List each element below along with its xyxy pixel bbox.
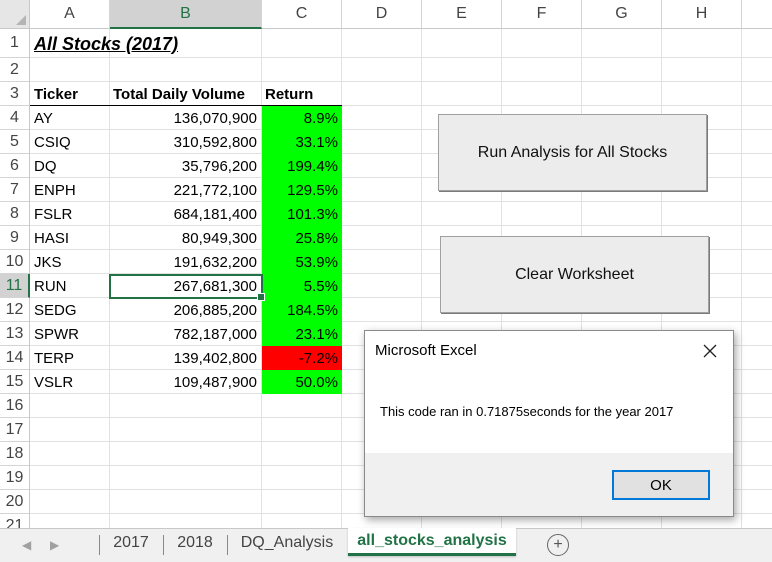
row-header-20[interactable]: 20 <box>0 490 30 514</box>
row-header-5[interactable]: 5 <box>0 130 30 154</box>
cell-ticker[interactable]: TERP <box>30 346 109 370</box>
row-header-7[interactable]: 7 <box>0 178 30 202</box>
column-header-b[interactable]: B <box>110 0 262 29</box>
cell-return[interactable]: 25.8% <box>262 226 342 250</box>
tab-all-stocks-analysis[interactable]: all_stocks_analysis <box>348 528 516 556</box>
cell-return-negative[interactable]: -7.2% <box>262 346 342 370</box>
column-header-g[interactable]: G <box>582 0 662 29</box>
row-header-12[interactable]: 12 <box>0 298 30 322</box>
cell-ticker[interactable]: RUN <box>30 274 109 298</box>
clear-worksheet-button[interactable]: Clear Worksheet <box>440 236 709 313</box>
row-header-1[interactable]: 1 <box>0 29 30 58</box>
cell-return[interactable]: 8.9% <box>262 106 342 130</box>
row-header-21[interactable]: 21 <box>0 514 30 528</box>
tab-2017[interactable]: 2017 <box>100 529 162 556</box>
cell-return[interactable]: 23.1% <box>262 322 342 346</box>
cell-ticker[interactable]: SEDG <box>30 298 109 322</box>
column-header-f[interactable]: F <box>502 0 582 29</box>
cell-ticker[interactable]: FSLR <box>30 202 109 226</box>
cell-volume[interactable]: 191,632,200 <box>109 250 261 274</box>
dialog-footer: OK <box>365 453 733 516</box>
tab-dq-analysis[interactable]: DQ_Analysis <box>228 529 346 556</box>
column-header-c[interactable]: C <box>262 0 342 29</box>
cell-return[interactable]: 33.1% <box>262 130 342 154</box>
run-analysis-button[interactable]: Run Analysis for All Stocks <box>438 114 707 191</box>
scroll-right-icon[interactable]: ▶ <box>50 538 59 552</box>
cell-return[interactable]: 129.5% <box>262 178 342 202</box>
cell-return[interactable]: 50.0% <box>262 370 342 394</box>
cell-ticker[interactable]: DQ <box>30 154 109 178</box>
add-sheet-icon[interactable]: + <box>547 534 569 556</box>
column-header-e[interactable]: E <box>422 0 502 29</box>
cell-return[interactable]: 184.5% <box>262 298 342 322</box>
cell-ticker[interactable]: HASI <box>30 226 109 250</box>
column-header-d[interactable]: D <box>342 0 422 29</box>
close-icon[interactable] <box>695 337 725 365</box>
cell-volume[interactable]: 35,796,200 <box>109 154 261 178</box>
row-header-4[interactable]: 4 <box>0 106 30 130</box>
cell-ticker[interactable]: SPWR <box>30 322 109 346</box>
cell-ticker[interactable]: ENPH <box>30 178 109 202</box>
column-header-a[interactable]: A <box>30 0 110 29</box>
cell-volume[interactable]: 221,772,100 <box>109 178 261 202</box>
scroll-left-icon[interactable]: ◀ <box>22 538 31 552</box>
row-header-14[interactable]: 14 <box>0 346 30 370</box>
row-header-19[interactable]: 19 <box>0 466 30 490</box>
active-cell-indicator <box>109 274 265 301</box>
row-header-18[interactable]: 18 <box>0 442 30 466</box>
sheet-title[interactable]: All Stocks (2017) <box>30 31 182 57</box>
cell-ticker[interactable]: AY <box>30 106 109 130</box>
header-volume[interactable]: Total Daily Volume <box>109 82 261 106</box>
cell-volume[interactable]: 206,885,200 <box>109 298 261 322</box>
row-header-6[interactable]: 6 <box>0 154 30 178</box>
cell-volume[interactable]: 136,070,900 <box>109 106 261 130</box>
cell-ticker[interactable]: CSIQ <box>30 130 109 154</box>
cell-volume[interactable]: 684,181,400 <box>109 202 261 226</box>
row-header-9[interactable]: 9 <box>0 226 30 250</box>
cell-volume[interactable]: 782,187,000 <box>109 322 261 346</box>
cell-volume[interactable]: 139,402,800 <box>109 346 261 370</box>
ok-button[interactable]: OK <box>612 470 710 500</box>
cell-volume[interactable]: 80,949,300 <box>109 226 261 250</box>
cell-volume[interactable]: 310,592,800 <box>109 130 261 154</box>
message-dialog: Microsoft Excel This code ran in 0.71875… <box>364 330 734 517</box>
cell-return[interactable]: 101.3% <box>262 202 342 226</box>
row-header-10[interactable]: 10 <box>0 250 30 274</box>
header-return[interactable]: Return <box>261 82 341 106</box>
row-header-17[interactable]: 17 <box>0 418 30 442</box>
dialog-title: Microsoft Excel <box>375 342 477 359</box>
gridline <box>741 29 742 528</box>
column-header-h[interactable]: H <box>662 0 742 29</box>
select-all-corner[interactable] <box>0 0 30 29</box>
row-header-11[interactable]: 11 <box>0 274 30 298</box>
row-header-2[interactable]: 2 <box>0 58 30 82</box>
cell-volume[interactable]: 109,487,900 <box>109 370 261 394</box>
tab-2018[interactable]: 2018 <box>164 529 226 556</box>
header-ticker[interactable]: Ticker <box>30 82 109 106</box>
cell-ticker[interactable]: VSLR <box>30 370 109 394</box>
row-header-3[interactable]: 3 <box>0 82 30 106</box>
sheet-tab-bar: ◀ ▶ 2017 2018 DQ_Analysis all_stocks_ana… <box>0 528 772 562</box>
cell-return[interactable]: 5.5% <box>262 274 342 298</box>
cell-return[interactable]: 199.4% <box>262 154 342 178</box>
row-header-15[interactable]: 15 <box>0 370 30 394</box>
dialog-message: This code ran in 0.71875seconds for the … <box>380 404 674 419</box>
row-header-13[interactable]: 13 <box>0 322 30 346</box>
cell-ticker[interactable]: JKS <box>30 250 109 274</box>
row-header-8[interactable]: 8 <box>0 202 30 226</box>
column-header-i[interactable] <box>742 0 772 29</box>
row-header-16[interactable]: 16 <box>0 394 30 418</box>
cell-return[interactable]: 53.9% <box>262 250 342 274</box>
